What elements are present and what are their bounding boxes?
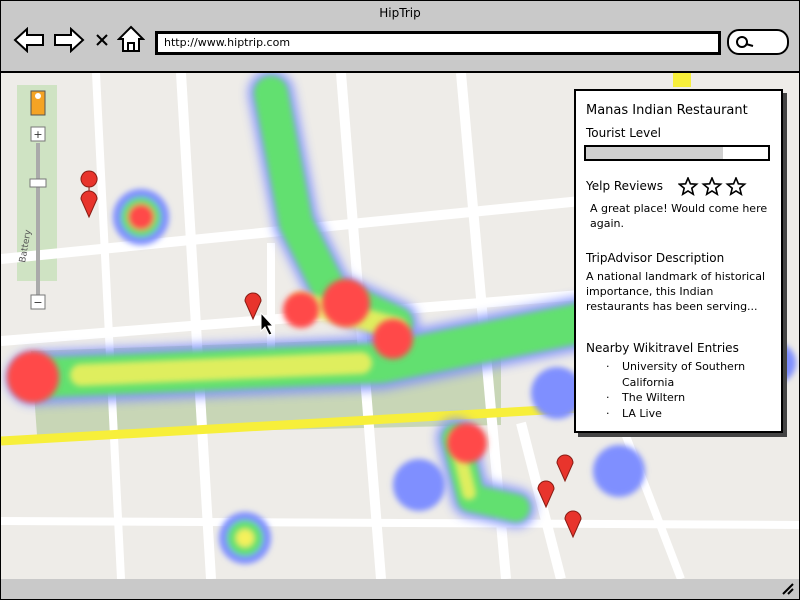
yelp-stars: [678, 177, 747, 197]
map-marker[interactable]: [80, 170, 98, 219]
zoom-slider-handle[interactable]: [29, 178, 47, 188]
place-info-panel: Manas Indian Restaurant Tourist Level Ye…: [574, 89, 783, 433]
star-icon: [725, 177, 747, 197]
tripadvisor-description: A national landmark of historical import…: [586, 270, 766, 313]
wikitravel-label: Nearby Wikitravel Entries: [586, 341, 739, 355]
stop-icon[interactable]: [93, 31, 111, 49]
tourist-level-label: Tourist Level: [586, 126, 661, 140]
map-marker[interactable]: [244, 292, 262, 321]
search-box[interactable]: [727, 29, 789, 55]
heat-map[interactable]: Battery + − Manas Indian Restaurant Tour…: [1, 71, 799, 581]
url-text: http://www.hiptrip.com: [164, 36, 291, 49]
browser-toolbar: http://www.hiptrip.com: [1, 23, 799, 69]
star-icon: [701, 177, 723, 197]
zoom-control[interactable]: + −: [17, 87, 55, 310]
tourist-level-bar: [584, 145, 770, 161]
home-icon[interactable]: [117, 25, 145, 53]
highway-segment: [673, 73, 691, 87]
zoom-in-label: +: [33, 128, 42, 141]
browser-window: HipTrip http://www.hiptrip.com Battery +…: [0, 0, 800, 600]
wikitravel-entry[interactable]: The Wiltern: [606, 390, 766, 406]
wikitravel-list: University of Southern California The Wi…: [606, 359, 766, 421]
tourist-level-fill: [586, 147, 723, 159]
wikitravel-entry[interactable]: LA Live: [606, 406, 766, 422]
map-marker[interactable]: [556, 454, 574, 483]
yelp-review-text: A great place! Would come here again.: [590, 202, 768, 230]
zoom-slider[interactable]: + −: [17, 87, 55, 317]
place-name: Manas Indian Restaurant: [586, 103, 748, 118]
tripadvisor-label: TripAdvisor Description: [586, 251, 725, 265]
forward-arrow-icon[interactable]: [53, 27, 85, 53]
status-bar: [1, 579, 799, 599]
back-arrow-icon[interactable]: [13, 27, 45, 53]
search-icon: [736, 36, 754, 48]
yelp-reviews-label: Yelp Reviews: [586, 179, 663, 193]
zoom-out-label: −: [33, 296, 42, 309]
map-marker[interactable]: [564, 510, 582, 539]
window-title: HipTrip: [379, 6, 421, 20]
url-bar[interactable]: http://www.hiptrip.com: [155, 31, 721, 55]
star-icon: [678, 177, 699, 197]
wikitravel-entry[interactable]: University of Southern California: [606, 359, 766, 390]
resize-grip-icon[interactable]: [781, 582, 795, 596]
